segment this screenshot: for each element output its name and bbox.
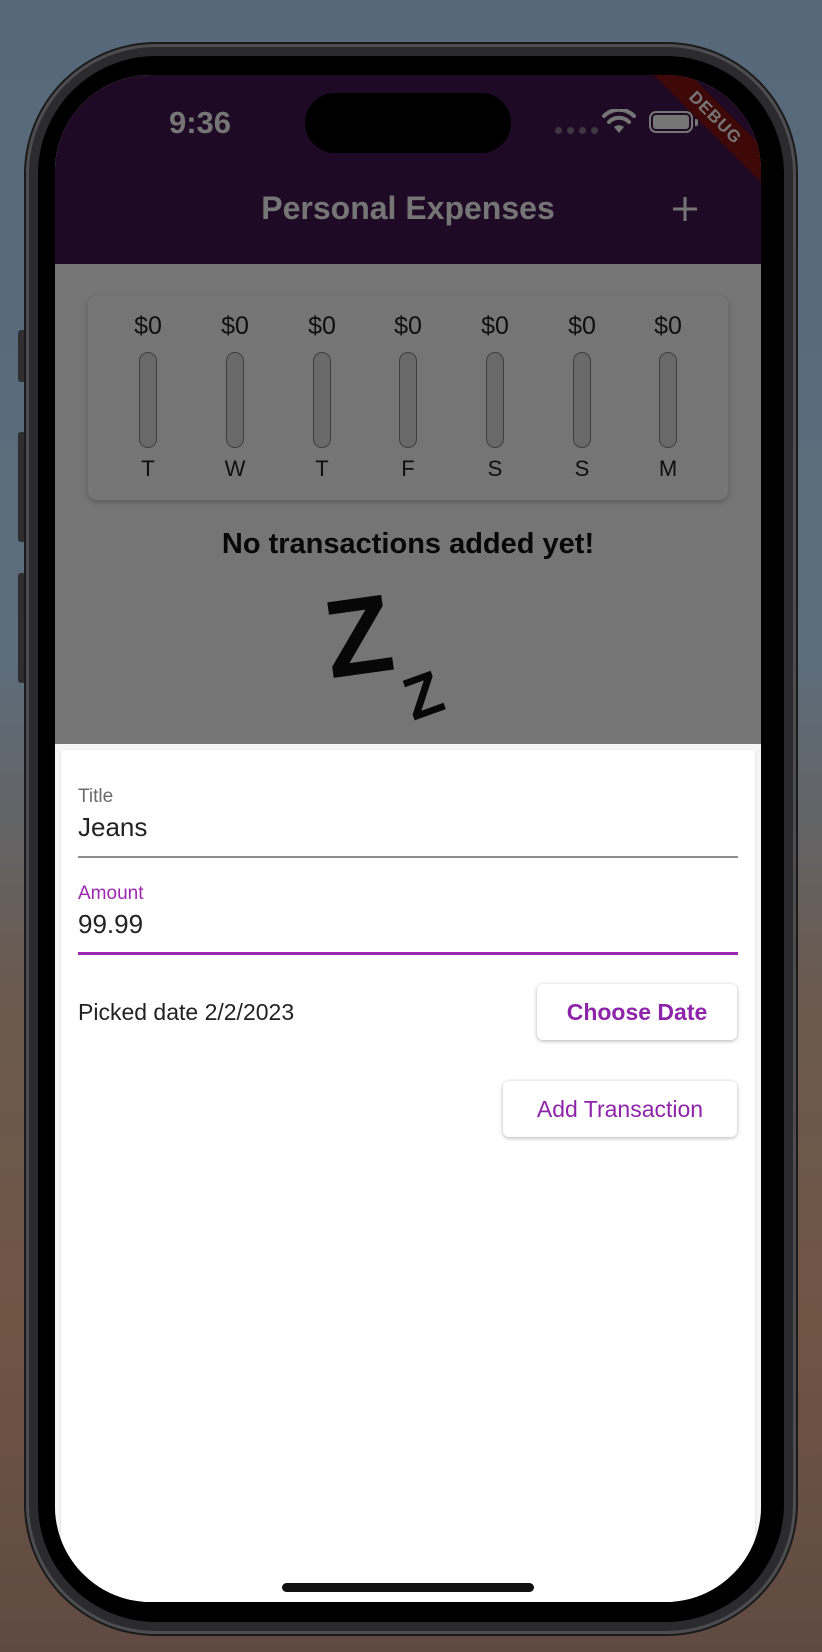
empty-state-message: No transactions added yet!: [221, 528, 595, 560]
picked-date-text: Picked date 2/2/2023: [78, 999, 295, 1025]
add-transaction-label: Add Transaction: [536, 1096, 704, 1122]
bar-amount: $0: [308, 312, 336, 340]
bar-amount: $0: [654, 312, 682, 340]
new-transaction-card: Title Jeans Amount 99.99 Picked date 2/2…: [61, 750, 755, 1602]
bar-track: [139, 352, 157, 448]
app-bar: 9:36 DEBUG Personal Expenses: [55, 75, 761, 264]
dynamic-island: [305, 93, 511, 153]
side-button-left-3: [18, 573, 26, 683]
weekly-chart-card: $0 T $0 W $0 T $0 F $0 S $0 S $0 M: [88, 296, 728, 500]
choose-date-button[interactable]: Choose Date: [537, 984, 737, 1040]
bar-amount: $0: [134, 312, 162, 340]
amount-field-value[interactable]: 99.99: [78, 909, 143, 940]
amount-field-label: Amount: [78, 883, 144, 904]
bar-day-label: T: [315, 456, 329, 481]
amount-field[interactable]: Amount 99.99: [78, 883, 738, 955]
bar-day-label: T: [141, 456, 155, 481]
title-field-underline: [78, 856, 738, 858]
app-screen: 9:36 DEBUG Personal Expenses $0 T $0 W $…: [55, 75, 761, 1602]
bar-amount: $0: [394, 312, 422, 340]
bar-track: [226, 352, 244, 448]
bar-amount: $0: [221, 312, 249, 340]
bar-day-label: F: [401, 456, 415, 481]
bar-amount: $0: [568, 312, 596, 340]
status-time: 9:36: [168, 105, 232, 140]
bar-track: [486, 352, 504, 448]
side-button-left-2: [18, 432, 26, 542]
bar-day-label: W: [224, 456, 246, 481]
choose-date-label: Choose Date: [566, 999, 708, 1025]
new-transaction-sheet: Title Jeans Amount 99.99 Picked date 2/2…: [55, 744, 761, 1602]
sleeping-z-small-icon: Z: [394, 657, 452, 734]
battery-icon: [649, 111, 698, 133]
add-transaction-icon-button[interactable]: [655, 179, 715, 239]
bar-track: [399, 352, 417, 448]
cellular-signal-icon: [555, 127, 598, 134]
bar-day-label: S: [487, 456, 503, 481]
bar-amount: $0: [481, 312, 509, 340]
title-field[interactable]: Title Jeans: [78, 786, 738, 858]
plus-icon: [673, 197, 697, 221]
bar-track: [659, 352, 677, 448]
home-indicator[interactable]: [282, 1583, 534, 1592]
bar-day-label: M: [658, 456, 678, 481]
bar-track: [313, 352, 331, 448]
amount-field-underline: [78, 952, 738, 955]
side-button-left-1: [18, 330, 26, 382]
title-field-value[interactable]: Jeans: [78, 812, 147, 843]
bar-track: [573, 352, 591, 448]
add-transaction-button[interactable]: Add Transaction: [503, 1081, 737, 1137]
title-field-label: Title: [78, 786, 114, 807]
bar-day-label: S: [574, 456, 590, 481]
wifi-icon: [602, 109, 636, 133]
sleeping-z-icon: Z: [316, 570, 401, 703]
